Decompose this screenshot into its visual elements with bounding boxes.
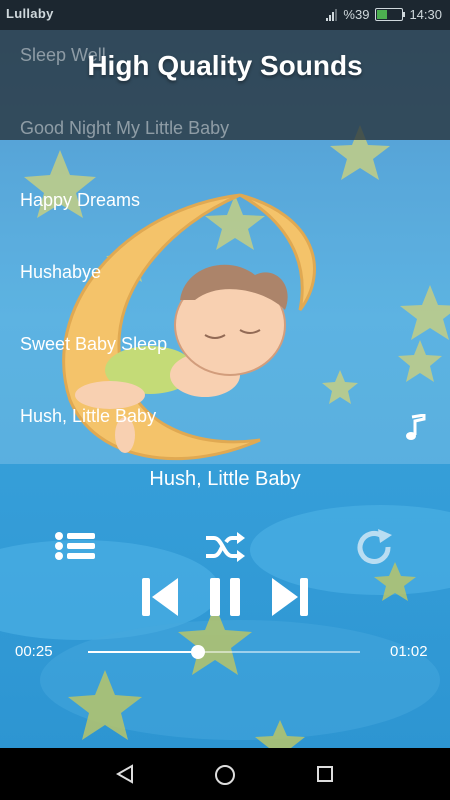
seek-thumb[interactable] (190, 645, 205, 659)
elapsed-time: 00:25 (15, 643, 53, 660)
playlist-item[interactable]: Hushabye (20, 262, 101, 283)
music-note-icon (406, 414, 426, 440)
seek-bar[interactable] (88, 651, 360, 653)
back-icon[interactable] (115, 764, 135, 784)
battery-icon (375, 8, 406, 21)
status-right-group: %39 14:30 (326, 7, 442, 22)
recents-icon[interactable] (316, 765, 334, 783)
playlist-item[interactable]: Hush, Little Baby (20, 406, 156, 427)
pause-icon[interactable] (207, 576, 243, 618)
repeat-icon[interactable] (354, 529, 396, 565)
skip-next-icon[interactable] (270, 576, 310, 618)
playlist-item[interactable]: Happy Dreams (20, 190, 140, 211)
seek-bar-progress (88, 651, 198, 653)
system-navigation-bar (0, 748, 450, 800)
playlist-item[interactable]: Good Night My Little Baby (20, 118, 229, 139)
promo-title: High Quality Sounds (87, 50, 363, 81)
status-bar: Lullaby %39 14:30 (0, 0, 450, 30)
total-duration: 01:02 (390, 643, 428, 660)
playlist-item[interactable]: Sweet Baby Sleep (20, 334, 167, 355)
battery-percent: %39 (343, 7, 370, 22)
status-time: 14:30 (409, 7, 442, 22)
home-icon[interactable] (214, 764, 236, 786)
shuffle-icon[interactable] (204, 531, 246, 563)
skip-previous-icon[interactable] (140, 576, 180, 618)
status-app-name: Lullaby (6, 6, 54, 21)
now-playing-title: Hush, Little Baby (149, 468, 301, 490)
signal-icon (326, 8, 338, 21)
list-icon[interactable] (54, 531, 96, 561)
